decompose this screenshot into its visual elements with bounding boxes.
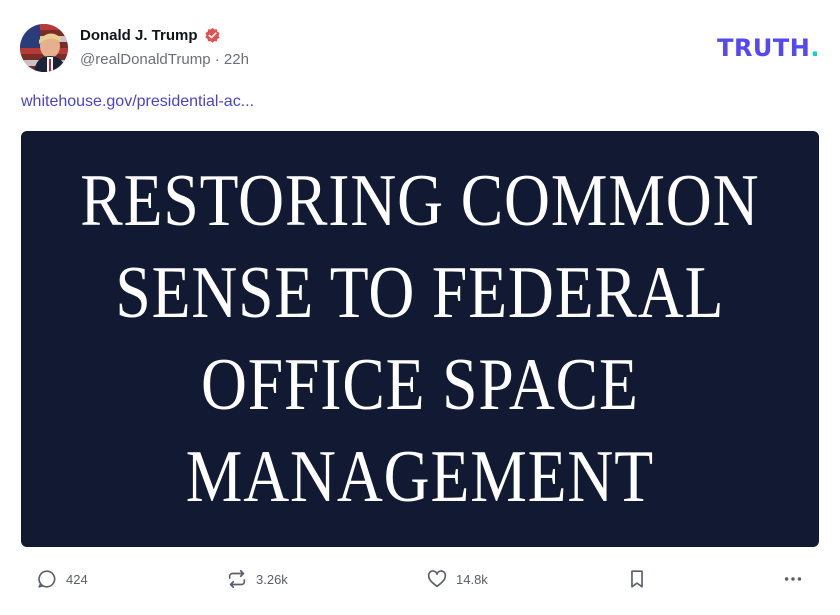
headline-line: RESTORING COMMON [80,160,760,242]
post-link[interactable]: whitehouse.gov/presidential-ac... [21,93,254,111]
reply-icon [38,570,56,588]
more-icon [784,577,802,581]
post-image[interactable]: RESTORING COMMON SENSE TO FEDERAL OFFICE… [21,131,819,547]
bookmark-button[interactable] [626,568,648,590]
headline-line: OFFICE SPACE [201,344,639,426]
separator-dot: · [214,51,224,68]
reply-button[interactable]: 424 [36,568,88,590]
like-count: 14.8k [456,571,488,587]
brand-dot: . [810,34,820,62]
post-actions: 424 3.26k 14.8k [36,568,806,594]
headline-line: MANAGEMENT [185,436,655,518]
retruth-button[interactable]: 3.26k [226,568,288,590]
truth-logo[interactable]: TRUTH. [717,34,820,62]
post-time[interactable]: 22h [224,51,249,68]
author-info: Donald J. Trump @realDonaldTrump · 22h [80,25,249,71]
image-headline: RESTORING COMMON SENSE TO FEDERAL OFFICE… [80,155,759,523]
display-name-row: Donald J. Trump [80,25,249,45]
retruth-icon [228,569,246,589]
author-handle[interactable]: @realDonaldTrump [80,51,211,68]
like-button[interactable]: 14.8k [426,568,488,590]
like-icon [427,570,447,588]
author-display-name[interactable]: Donald J. Trump [80,27,198,44]
headline-line: SENSE TO FEDERAL [115,252,725,334]
bookmark-icon [631,570,643,588]
avatar-portrait-icon [20,24,68,72]
author-avatar[interactable] [20,24,68,72]
reply-count: 424 [66,571,88,587]
brand-name: TRUTH [717,34,811,62]
more-options-button[interactable] [782,568,804,590]
retruth-count: 3.26k [256,571,288,587]
verified-badge-icon [204,27,221,44]
post-header: Donald J. Trump @realDonaldTrump · 22h T… [20,22,820,74]
handle-row: @realDonaldTrump · 22h [80,51,249,71]
